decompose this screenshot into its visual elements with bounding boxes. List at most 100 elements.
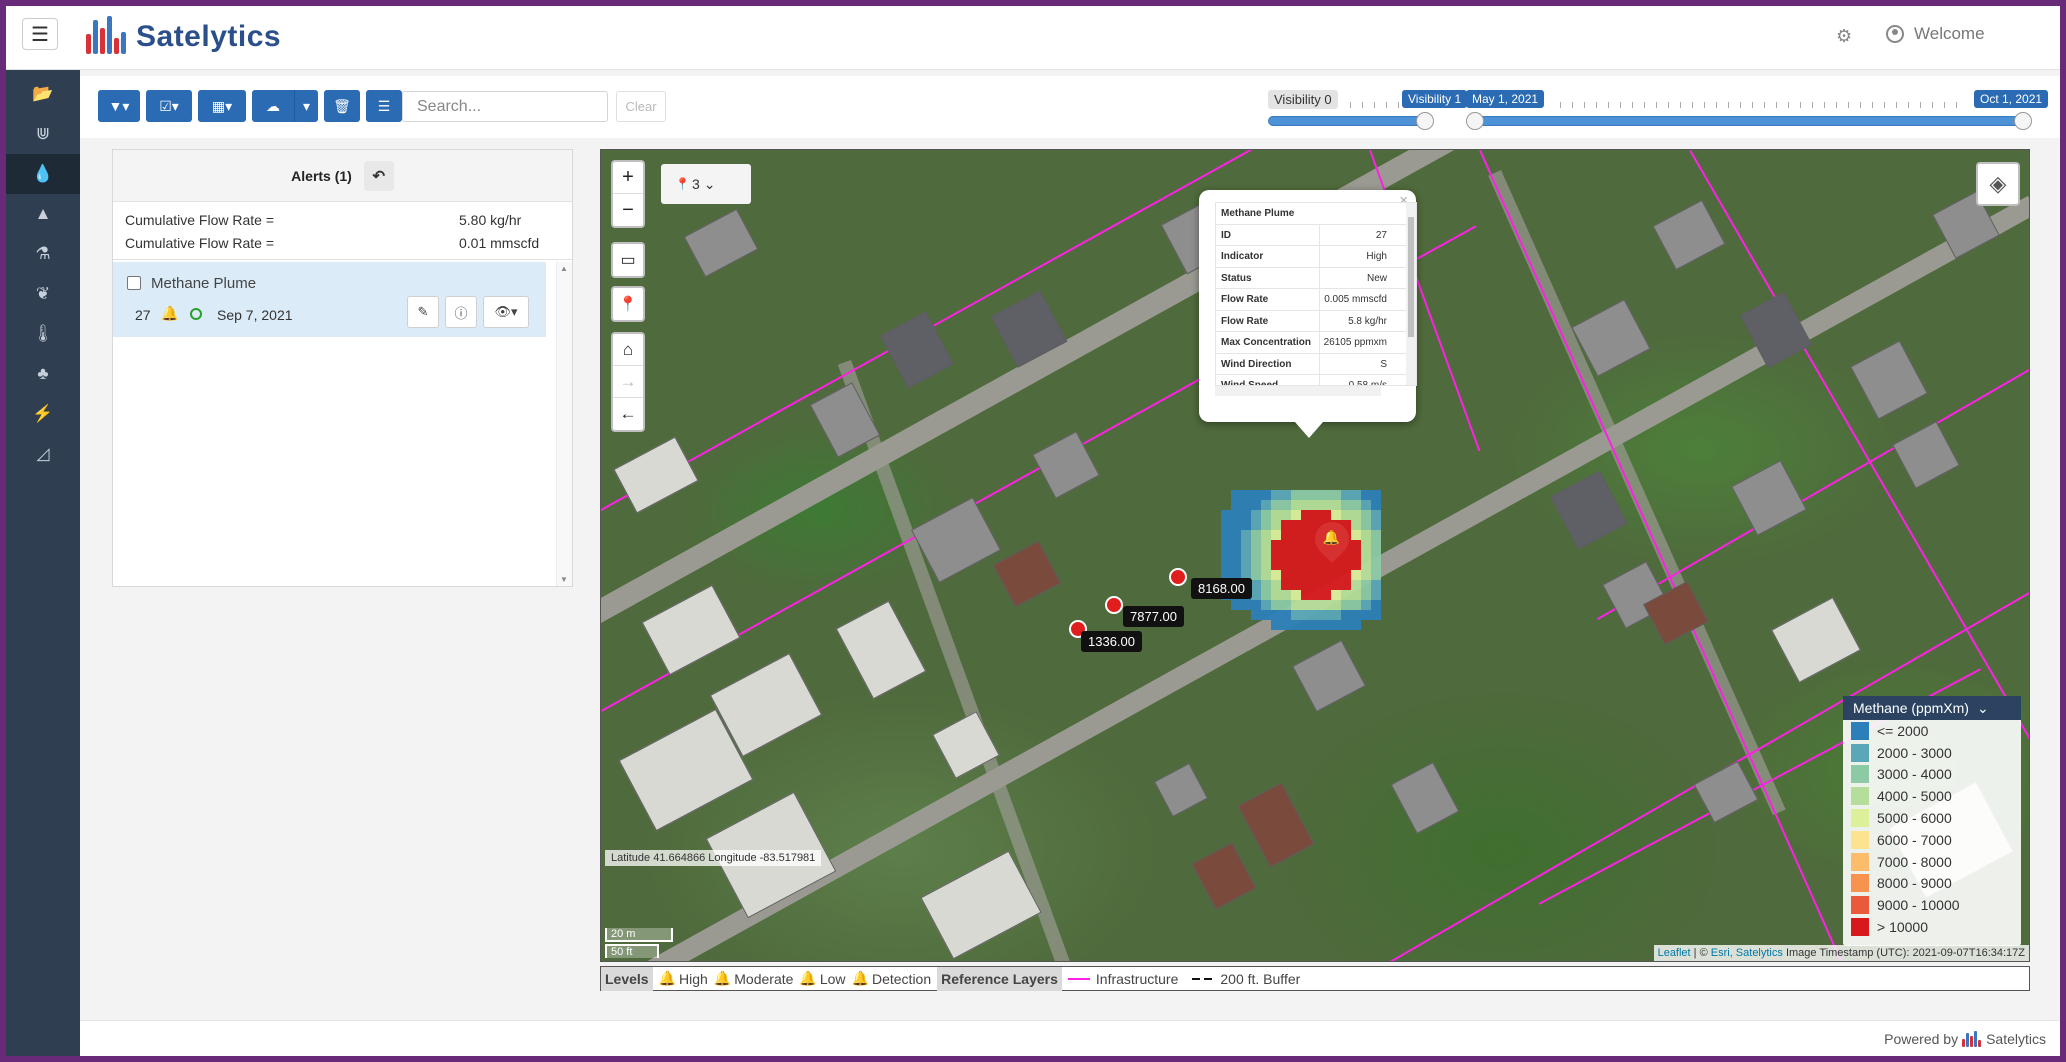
zoom-out-button[interactable]: − bbox=[613, 194, 643, 226]
alert-list-item[interactable]: Methane Plume 27 🔔 Sep 7, 2021 ✎ ⓘ 👁▾ bbox=[113, 262, 546, 337]
popup-vertical-scrollbar[interactable] bbox=[1406, 203, 1416, 385]
date-start-label: May 1, 2021 bbox=[1466, 90, 1545, 108]
warning-icon[interactable]: ▲ bbox=[6, 194, 80, 234]
date-end-label: Oct 1, 2021 bbox=[1974, 90, 2049, 108]
tree-icon[interactable]: ♣ bbox=[6, 354, 80, 394]
methane-legend: Methane (ppmXm) ⌄ <= 2000 2000 - 3000 3000… bbox=[1843, 696, 2021, 946]
date-slider-start-handle[interactable] bbox=[1466, 112, 1484, 130]
clear-button[interactable]: Clear bbox=[616, 91, 666, 122]
search-input[interactable] bbox=[402, 91, 608, 122]
visibility-slider-track[interactable] bbox=[1268, 116, 1428, 126]
pencil-icon[interactable]: ✎ bbox=[407, 296, 439, 328]
level-low: 🔔 Low bbox=[799, 970, 845, 987]
image-timestamp: Image Timestamp (UTC): 2021-09-07T16:34:… bbox=[1782, 947, 2025, 959]
popup-title: Methane Plume bbox=[1221, 208, 1295, 219]
hamburger-icon[interactable]: ☰ bbox=[22, 18, 58, 50]
date-slider-track[interactable] bbox=[1474, 116, 2024, 126]
measurement-point[interactable] bbox=[1169, 568, 1187, 586]
user-menu[interactable]: Welcome bbox=[1886, 24, 1985, 44]
level-low-label: Low bbox=[819, 970, 846, 987]
alerts-panel: Alerts (1) ↶ Cumulative Flow Rate = 5.80… bbox=[112, 149, 573, 587]
infrastructure-line-swatch bbox=[1067, 977, 1090, 980]
legend-header[interactable]: Methane (ppmXm) ⌄ bbox=[1843, 696, 2021, 720]
map-pin-icon[interactable]: 📍 bbox=[613, 288, 643, 320]
legend-row: 2000 - 3000 bbox=[1843, 742, 2021, 764]
top-bar: ☰ Satelytics ⚙ Welcome bbox=[6, 6, 2060, 70]
list-icon[interactable]: ☰ bbox=[366, 90, 402, 122]
bolt-icon[interactable]: ⚡ bbox=[6, 394, 80, 434]
toolbar: ▼▾ ☑▾ ▦▾ ☁ ▾ 🗑 ☰ Clear Visibility 0 Visi… bbox=[80, 76, 2060, 138]
popup-row-value: High bbox=[1366, 251, 1387, 262]
building bbox=[641, 584, 741, 676]
map-button[interactable]: ▦▾ bbox=[198, 90, 246, 122]
filter-button[interactable]: ▼▾ bbox=[98, 90, 140, 122]
building bbox=[683, 208, 759, 278]
alert-id: 27 bbox=[135, 307, 151, 323]
back-arrow-icon[interactable]: ← bbox=[613, 398, 643, 430]
building bbox=[613, 436, 699, 514]
visibility-current-label: Visibility 1 bbox=[1402, 90, 1468, 108]
alert-date: Sep 7, 2021 bbox=[217, 307, 293, 323]
folder-open-icon[interactable]: 📂 bbox=[6, 74, 80, 114]
home-icon[interactable]: ⌂ bbox=[613, 334, 643, 366]
building bbox=[1237, 782, 1315, 868]
cloud-download-button[interactable]: ☁ bbox=[252, 90, 294, 122]
cluster-value: 3 bbox=[691, 176, 700, 192]
locate-control: 📍 bbox=[611, 286, 645, 322]
building bbox=[1892, 421, 1960, 489]
legend-label: 2000 - 3000 bbox=[1877, 744, 1952, 761]
eye-dropdown-button[interactable]: 👁▾ bbox=[483, 296, 529, 328]
cluster-select[interactable]: 📍 3 ⌄ bbox=[661, 164, 751, 204]
forward-arrow-icon[interactable]: → bbox=[613, 366, 643, 398]
scale-bar-metric: 20 m bbox=[605, 928, 673, 942]
navigation-control: ⌂ → ← bbox=[611, 332, 645, 432]
thermometer-icon[interactable]: 🌡 bbox=[6, 314, 80, 354]
cogs-icon[interactable]: ⚙ bbox=[1836, 26, 1852, 47]
undo-icon[interactable]: ↶ bbox=[363, 160, 394, 191]
flow-row: Cumulative Flow Rate = 5.80 kg/hr bbox=[113, 208, 572, 231]
alerts-title: Alerts (1) bbox=[291, 167, 352, 184]
levels-heading: Levels bbox=[601, 966, 653, 991]
info-icon[interactable]: ⓘ bbox=[445, 296, 477, 328]
alerts-scrollbar[interactable] bbox=[556, 262, 572, 586]
leaf-icon[interactable]: ❦ bbox=[6, 274, 80, 314]
building bbox=[1693, 760, 1759, 824]
legend-swatch bbox=[1851, 830, 1869, 849]
measurement-point[interactable] bbox=[1105, 596, 1123, 614]
popup-row: Status New bbox=[1216, 267, 1416, 289]
date-slider-end-handle[interactable] bbox=[2014, 112, 2032, 130]
popup-row-value: 26105 ppmxm bbox=[1323, 337, 1387, 348]
date-ticks bbox=[1560, 102, 1960, 108]
map-attribution: Leaflet | © Esri, Satelytics Image Times… bbox=[1653, 945, 2029, 961]
trash-icon[interactable]: 🗑 bbox=[324, 90, 360, 122]
building bbox=[835, 600, 927, 700]
map[interactable]: 🔔 8168.00 7877.00 1336.00 + − 📍 3 ⌄ ▭ 📍 … bbox=[600, 149, 2030, 962]
popup-horizontal-scrollbar[interactable] bbox=[1215, 386, 1381, 396]
select-button[interactable]: ☑▾ bbox=[146, 90, 192, 122]
legend-label: <= 2000 bbox=[1877, 722, 1929, 739]
legend-swatch bbox=[1851, 809, 1869, 828]
brand-logo: Satelytics bbox=[80, 12, 281, 62]
flask-icon[interactable]: ⚗ bbox=[6, 234, 80, 274]
legend-label: 6000 - 7000 bbox=[1877, 831, 1952, 848]
layers-icon[interactable]: ◈ bbox=[1976, 162, 2020, 206]
alert-title: Methane Plume bbox=[151, 275, 257, 292]
legend-row: 8000 - 9000 bbox=[1843, 873, 2021, 895]
legend-label: 5000 - 6000 bbox=[1877, 810, 1952, 827]
leaflet-link[interactable]: Leaflet bbox=[1658, 947, 1691, 959]
legend-label: 4000 - 5000 bbox=[1877, 788, 1952, 805]
esri-link[interactable]: Esri, Satelytics bbox=[1711, 947, 1783, 959]
ref-buffer: 200 ft. Buffer bbox=[1192, 971, 1300, 987]
cloud-dropdown-caret[interactable]: ▾ bbox=[294, 90, 318, 122]
building bbox=[1652, 199, 1726, 271]
popup-row-key: Status bbox=[1216, 267, 1320, 288]
visibility-min-label: Visibility 0 bbox=[1268, 90, 1338, 109]
droplet-icon[interactable]: 💧 bbox=[6, 154, 80, 194]
legend-swatch bbox=[1851, 743, 1869, 762]
visibility-slider-handle[interactable] bbox=[1416, 112, 1434, 130]
area-chart-icon[interactable]: ◿ bbox=[6, 434, 80, 474]
alert-checkbox[interactable] bbox=[127, 276, 141, 290]
magnet-icon[interactable]: ⋓ bbox=[6, 114, 80, 154]
zoom-in-button[interactable]: + bbox=[613, 162, 643, 194]
ruler-icon[interactable]: ▭ bbox=[613, 244, 643, 276]
